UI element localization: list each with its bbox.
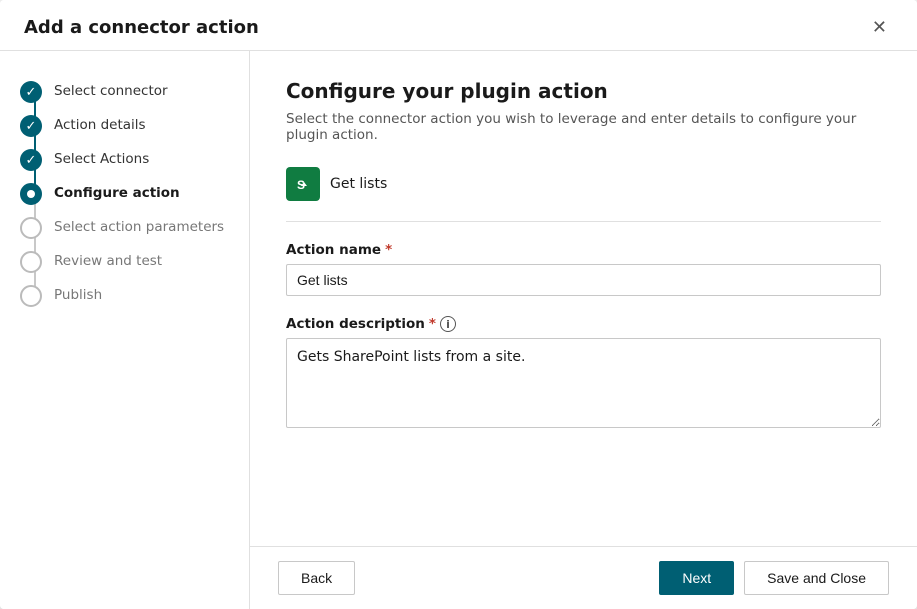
back-button[interactable]: Back — [278, 561, 355, 595]
action-name-required: * — [385, 242, 392, 258]
step-label-5: Select action parameters — [54, 217, 224, 235]
sidebar-item-configure-action[interactable]: Configure action — [0, 177, 249, 211]
close-button[interactable]: ✕ — [866, 16, 893, 38]
step-label-2: Action details — [54, 115, 146, 133]
action-badge: S Get lists — [286, 167, 387, 201]
step-circle-5 — [20, 217, 42, 239]
step-circle-3: ✓ — [20, 149, 42, 171]
dot-icon-4 — [27, 190, 35, 198]
sidebar-item-action-details[interactable]: ✓ Action details — [0, 109, 249, 143]
step-circle-2: ✓ — [20, 115, 42, 137]
main-content: Configure your plugin action Select the … — [250, 51, 917, 609]
step-label-3: Select Actions — [54, 149, 149, 167]
footer-left: Back — [278, 561, 355, 595]
info-icon: i — [440, 316, 456, 332]
modal-body: ✓ Select connector ✓ Action details ✓ Se… — [0, 51, 917, 609]
action-name-group: Action name * — [286, 242, 881, 296]
step-label-1: Select connector — [54, 81, 168, 99]
check-icon-1: ✓ — [26, 85, 37, 100]
action-description-input[interactable]: Gets SharePoint lists from a site. — [286, 338, 881, 428]
section-divider — [286, 221, 881, 222]
step-label-4: Configure action — [54, 183, 180, 201]
content-area: Configure your plugin action Select the … — [250, 51, 917, 546]
action-name-label: Action name * — [286, 242, 881, 258]
content-subtitle: Select the connector action you wish to … — [286, 111, 881, 143]
action-description-group: Action description * i Gets SharePoint l… — [286, 316, 881, 432]
sidebar-item-select-actions[interactable]: ✓ Select Actions — [0, 143, 249, 177]
modal-footer: Back Next Save and Close — [250, 546, 917, 609]
step-label-7: Publish — [54, 285, 102, 303]
action-badge-label: Get lists — [330, 176, 387, 192]
step-circle-1: ✓ — [20, 81, 42, 103]
step-circle-4 — [20, 183, 42, 205]
step-circle-6 — [20, 251, 42, 273]
sidebar-item-select-connector[interactable]: ✓ Select connector — [0, 75, 249, 109]
modal: Add a connector action ✕ ✓ Select connec… — [0, 0, 917, 609]
action-description-required: * — [429, 316, 436, 332]
step-label-6: Review and test — [54, 251, 162, 269]
sidebar-item-review-and-test[interactable]: Review and test — [0, 245, 249, 279]
action-name-input[interactable] — [286, 264, 881, 296]
sidebar-item-select-action-parameters[interactable]: Select action parameters — [0, 211, 249, 245]
sidebar-item-publish[interactable]: Publish — [0, 279, 249, 313]
check-icon-3: ✓ — [26, 153, 37, 168]
modal-title: Add a connector action — [24, 17, 259, 38]
sidebar: ✓ Select connector ✓ Action details ✓ Se… — [0, 51, 250, 609]
save-close-button[interactable]: Save and Close — [744, 561, 889, 595]
close-icon: ✕ — [872, 17, 887, 37]
footer-right: Next Save and Close — [659, 561, 889, 595]
step-circle-7 — [20, 285, 42, 307]
modal-header: Add a connector action ✕ — [0, 0, 917, 51]
sharepoint-icon: S — [286, 167, 320, 201]
check-icon-2: ✓ — [26, 119, 37, 134]
action-description-label: Action description * i — [286, 316, 881, 332]
next-button[interactable]: Next — [659, 561, 734, 595]
content-title: Configure your plugin action — [286, 79, 881, 103]
